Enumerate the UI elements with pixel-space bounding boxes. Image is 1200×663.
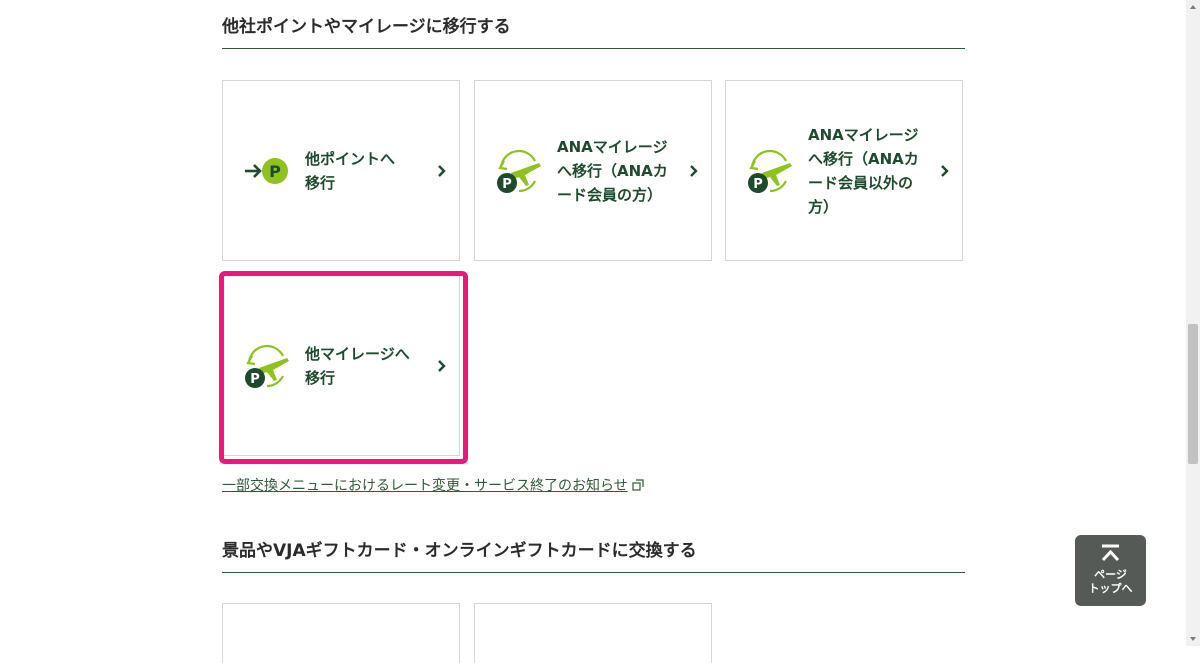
card-ana-mileage-member[interactable]: P ANAマイレージ へ移行（ANAカ ード会員の方）	[474, 80, 712, 261]
card-gift-1[interactable]	[222, 603, 460, 663]
section-divider	[222, 572, 965, 573]
chevron-right-icon	[690, 164, 698, 177]
svg-text:P: P	[502, 177, 512, 192]
page-top-button[interactable]: ページ トップへ	[1075, 535, 1146, 606]
card-label: ANAマイレージ へ移行（ANAカ ード会員の方）	[557, 135, 681, 207]
chevron-right-icon	[438, 164, 446, 177]
section-title-transfer: 他社ポイントやマイレージに移行する	[222, 17, 511, 37]
card-label-line: ード会員以外の	[808, 173, 914, 192]
scroll-down-icon[interactable]	[1189, 635, 1197, 643]
chevron-right-icon	[941, 164, 949, 177]
notice-link-text: 一部交換メニューにおけるレート変更・サービス終了のお知らせ	[222, 478, 628, 494]
vertical-scrollbar[interactable]	[1186, 0, 1200, 646]
external-link-icon	[632, 479, 644, 491]
card-label-line: ANAマイレージ	[557, 137, 668, 156]
card-gift-2[interactable]	[474, 603, 712, 663]
card-other-mileage[interactable]: P 他マイレージへ 移行	[222, 275, 460, 456]
card-label: 他マイレージへ 移行	[305, 342, 429, 390]
card-ana-mileage-non-member[interactable]: P ANAマイレージ へ移行（ANAカ ード会員以外の 方）	[725, 80, 963, 261]
card-label-line: へ移行（ANAカ	[808, 149, 919, 168]
plane-point-icon: P	[245, 344, 289, 388]
card-label-line: ード会員の方）	[557, 185, 663, 204]
card-label-line: 方）	[808, 197, 839, 216]
chevron-right-icon	[438, 359, 446, 372]
svg-text:P: P	[753, 177, 763, 192]
scrollbar-thumb[interactable]	[1188, 324, 1198, 464]
card-label: 他ポイントへ 移行	[305, 147, 429, 195]
arrow-up-to-top-icon	[1101, 544, 1120, 562]
plane-point-icon: P	[497, 149, 541, 193]
card-label-line: 他マイレージへ	[305, 344, 410, 363]
page-top-label-line: トップへ	[1088, 582, 1133, 595]
card-label-line: ANAマイレージ	[808, 125, 919, 144]
svg-text:P: P	[269, 162, 281, 181]
page-top-label-line: ページ	[1094, 568, 1127, 581]
scroll-up-icon[interactable]	[1189, 3, 1197, 11]
plane-point-icon: P	[748, 149, 792, 193]
card-label: ANAマイレージ へ移行（ANAカ ード会員以外の 方）	[808, 123, 932, 219]
svg-text:P: P	[250, 372, 260, 387]
page-top-label: ページ トップへ	[1075, 568, 1146, 596]
section-divider	[222, 48, 965, 49]
section-title-gift: 景品やVJAギフトカード・オンラインギフトカードに交換する	[222, 541, 697, 561]
notice-link-rate-change[interactable]: 一部交換メニューにおけるレート変更・サービス終了のお知らせ	[222, 477, 644, 495]
card-label-line: へ移行（ANAカ	[557, 161, 668, 180]
card-other-points[interactable]: P 他ポイントへ 移行	[222, 80, 460, 261]
card-label-line: 移行	[305, 173, 336, 192]
arrow-point-icon: P	[245, 157, 288, 184]
card-label-line: 移行	[305, 368, 336, 387]
card-label-line: 他ポイントへ	[305, 149, 396, 168]
